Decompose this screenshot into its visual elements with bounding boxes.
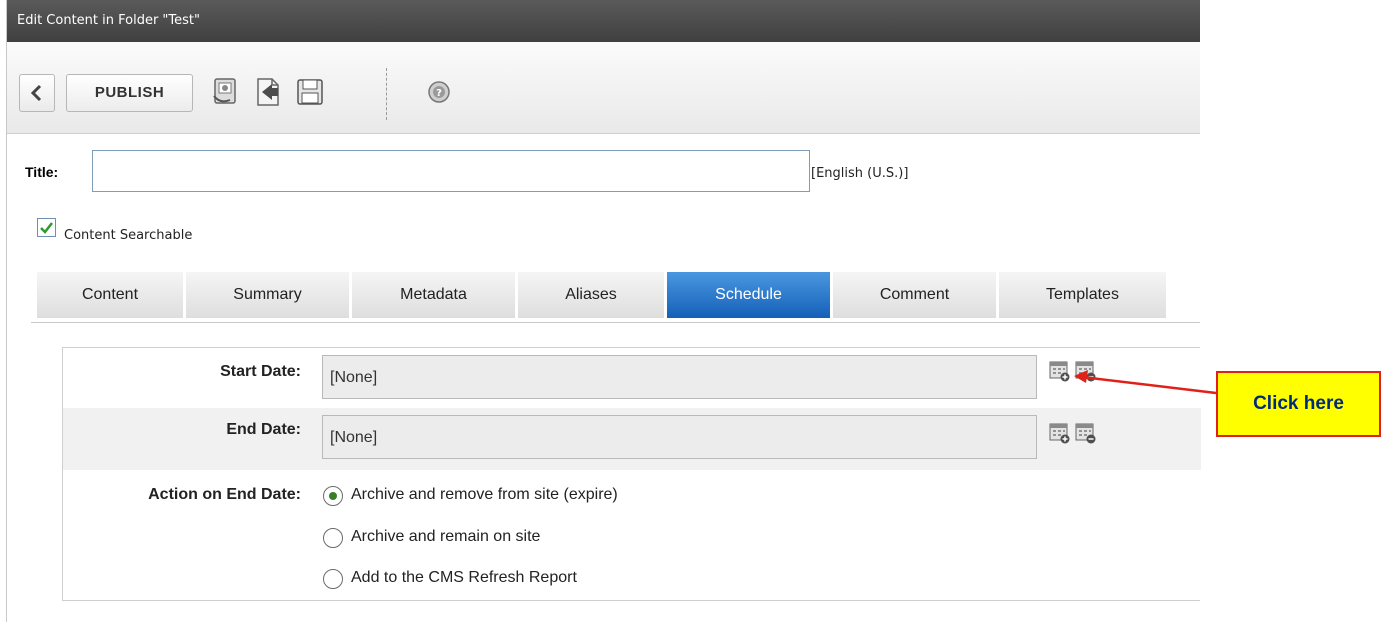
radio-label: Add to the CMS Refresh Report [351, 569, 577, 586]
start-date-field[interactable]: [None] [322, 355, 1037, 399]
tab-comment[interactable]: Comment [833, 272, 996, 318]
svg-text:?: ? [436, 88, 442, 99]
title-input[interactable] [92, 150, 810, 192]
tab-content[interactable]: Content [37, 272, 183, 318]
radio-button[interactable] [323, 569, 343, 589]
tab-divider [31, 322, 1200, 323]
action-on-end-date-row: Action on End Date: Archive and remove f… [63, 470, 1201, 600]
title-label: Title: [25, 164, 59, 180]
content-searchable-checkbox[interactable] [37, 218, 56, 237]
radio-label: Archive and remain on site [351, 528, 541, 545]
content-searchable-label: Content Searchable [64, 228, 193, 243]
toolbar-separator [386, 68, 387, 120]
back-icon [30, 84, 42, 102]
edit-content-panel: Edit Content in Folder "Test" PUBLISH ? … [6, 0, 1201, 622]
publish-button[interactable]: PUBLISH [66, 74, 193, 112]
tab-summary[interactable]: Summary [186, 272, 349, 318]
tab-schedule[interactable]: Schedule [667, 272, 830, 318]
radio-label: Archive and remove from site (expire) [351, 486, 618, 503]
toolbar: PUBLISH ? [7, 42, 1200, 134]
start-date-label: Start Date: [220, 363, 301, 380]
help-icon[interactable]: ? [427, 80, 451, 104]
checkin-icon[interactable] [210, 76, 242, 108]
start-date-row: Start Date: [None] [63, 348, 1201, 408]
back-button[interactable] [19, 74, 55, 112]
language-label: [English (U.S.)] [811, 166, 909, 181]
radio-button[interactable] [323, 486, 343, 506]
schedule-panel: Start Date: [None] End Date: [None] Acti… [62, 347, 1201, 601]
window-title: Edit Content in Folder "Test" [7, 0, 1200, 42]
click-here-callout: Click here [1216, 371, 1381, 437]
tab-aliases[interactable]: Aliases [518, 272, 664, 318]
tab-templates[interactable]: Templates [999, 272, 1166, 318]
checkmark-icon [40, 222, 53, 234]
end-date-label: End Date: [226, 421, 301, 438]
action-on-end-date-label: Action on End Date: [148, 486, 301, 503]
add-date-calendar-icon[interactable] [1049, 422, 1071, 444]
save-icon[interactable] [294, 76, 326, 108]
radio-button[interactable] [323, 528, 343, 548]
end-date-row: End Date: [None] [63, 408, 1201, 470]
submit-icon[interactable] [252, 76, 284, 108]
annotation-arrow [1074, 370, 1217, 395]
tab-metadata[interactable]: Metadata [352, 272, 515, 318]
end-date-field[interactable]: [None] [322, 415, 1037, 459]
clear-date-calendar-icon[interactable] [1075, 422, 1097, 444]
